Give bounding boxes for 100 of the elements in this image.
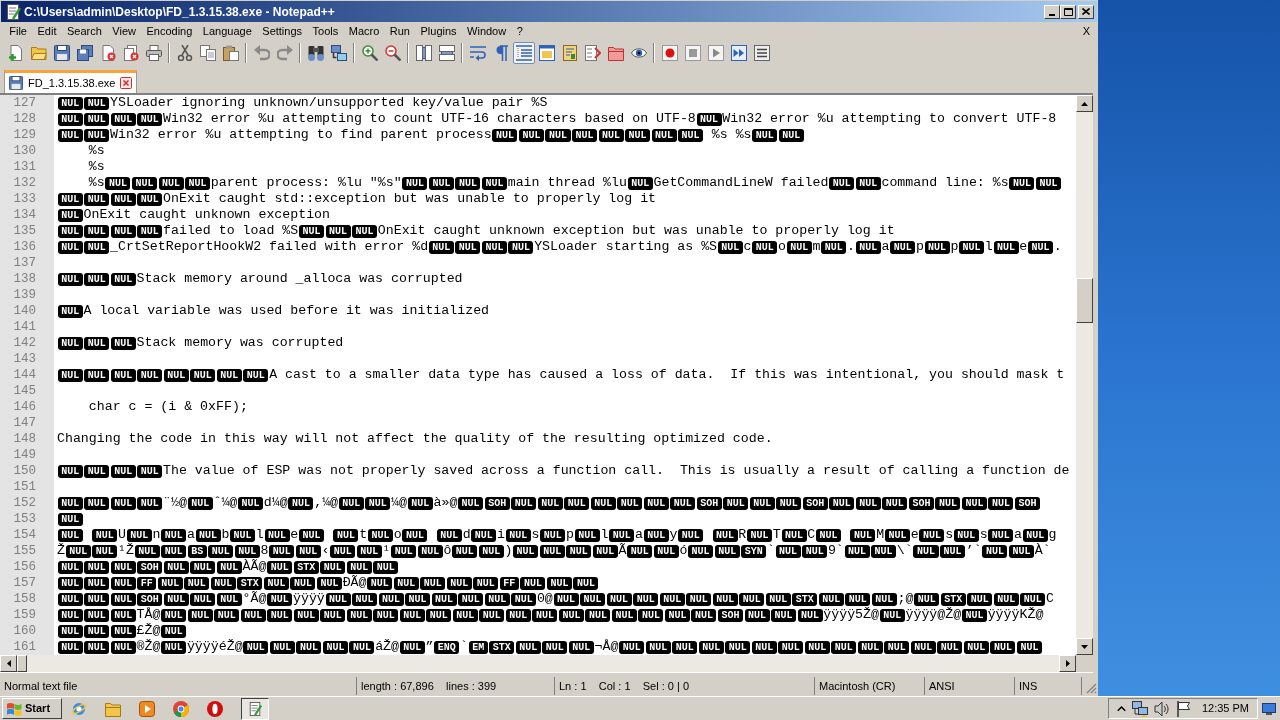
eye-icon[interactable]	[630, 45, 647, 61]
control-character-tag: NUL	[105, 176, 131, 190]
control-character-tag: NUL	[573, 576, 599, 590]
desktop-icon[interactable]	[1262, 702, 1276, 715]
code-text: £Ž@	[136, 623, 161, 639]
menu-item[interactable]: Search	[61, 23, 108, 40]
control-character-tag: NUL	[57, 208, 83, 222]
replace-icon[interactable]	[330, 45, 347, 61]
ring-icon[interactable]	[207, 700, 223, 717]
scroll-left-button[interactable]	[0, 655, 17, 672]
control-character-tag: NUL	[844, 544, 870, 558]
files-close-icon[interactable]	[122, 45, 139, 61]
code-text: main thread %lu	[507, 175, 627, 191]
control-character-tag: NUL	[234, 544, 260, 558]
clipboard-icon[interactable]	[222, 45, 239, 61]
clock-text[interactable]: 12:35 PM	[1201, 700, 1249, 717]
menu-item[interactable]: Window	[461, 23, 512, 40]
close-icon[interactable]	[120, 77, 133, 89]
control-character-tag: NUL	[84, 592, 110, 606]
sync-vertical-icon[interactable]	[415, 45, 432, 61]
maximize-button[interactable]	[1060, 4, 1076, 19]
function-list-icon[interactable]	[584, 45, 601, 61]
scissors-icon[interactable]	[176, 45, 193, 61]
control-character-tag: NUL	[802, 544, 828, 558]
folder-icon[interactable]	[607, 45, 624, 61]
record-icon[interactable]	[661, 45, 678, 61]
zoom-out-icon[interactable]	[384, 45, 401, 61]
list-icon[interactable]	[753, 45, 770, 61]
control-character-tag: NUL	[299, 528, 325, 542]
tab[interactable]: FD_1.3.15.38.exe	[4, 70, 138, 93]
chevron-up-icon[interactable]	[1116, 704, 1126, 713]
globe-icon[interactable]	[71, 700, 87, 717]
play-icon[interactable]	[707, 45, 724, 61]
network-icon[interactable]	[1131, 700, 1148, 717]
control-character-tag: NUL	[210, 576, 236, 590]
caret-down-icon	[1081, 644, 1088, 649]
minimize-button[interactable]	[1044, 4, 1060, 19]
control-character-tag: NUL	[511, 592, 537, 606]
control-character-tag: NUL	[320, 560, 346, 574]
control-character-tag: NUL	[776, 496, 802, 510]
stop-icon[interactable]	[684, 45, 701, 61]
copy-icon[interactable]	[199, 45, 216, 61]
scrollbar-thumb[interactable]	[17, 655, 27, 672]
new-file-icon[interactable]	[7, 45, 24, 61]
menu-item[interactable]: Tools	[307, 23, 344, 40]
control-character-tag: NUL	[184, 576, 210, 590]
resize-grip-icon[interactable]	[1086, 683, 1097, 694]
round-logo-icon[interactable]	[173, 700, 189, 717]
scroll-down-button[interactable]	[1076, 638, 1093, 655]
start-button[interactable]: Start	[2, 698, 62, 719]
control-character-tag: NUL	[890, 240, 916, 254]
control-character-tag: NUL	[829, 496, 855, 510]
folder-icon[interactable]	[30, 45, 47, 61]
control-character-tag: NUL	[696, 112, 722, 126]
control-character-tag: NUL	[884, 528, 910, 542]
indent-guide-icon[interactable]	[512, 42, 535, 64]
horizontal-scrollbar[interactable]	[0, 655, 1076, 672]
code-text: Win32 error %u attempting to find parent process	[110, 127, 492, 143]
binoculars-icon[interactable]	[307, 45, 324, 61]
code-text: À`	[1034, 543, 1051, 559]
code-text: OnExit caught std::exception but was unable to properly log it	[163, 191, 657, 207]
code-text: ;@	[897, 591, 914, 607]
code-text: ˆ¼@	[213, 495, 238, 511]
menu-item[interactable]: ?	[511, 23, 529, 40]
code-text: à»@	[433, 495, 458, 511]
menu-item[interactable]: Plugins	[415, 23, 462, 40]
window-icon[interactable]	[538, 45, 555, 61]
floppy-disks-icon[interactable]	[76, 45, 93, 61]
fast-forward-icon[interactable]	[730, 45, 747, 61]
speaker-icon[interactable]	[1153, 700, 1170, 717]
close-button[interactable]	[1078, 4, 1094, 19]
vertical-scrollbar[interactable]	[1076, 95, 1093, 655]
control-character-tag: NUL	[988, 528, 1014, 542]
menu-item[interactable]: View	[107, 23, 142, 40]
scroll-up-button[interactable]	[1076, 95, 1093, 112]
menu-item[interactable]: Macro	[343, 23, 385, 40]
close-document-button[interactable]: X	[1080, 23, 1092, 40]
printer-icon[interactable]	[145, 45, 162, 61]
sync-horizontal-icon[interactable]	[438, 45, 455, 61]
code-text: \`	[896, 543, 913, 559]
menu-item[interactable]: Settings	[257, 23, 308, 40]
menu-item[interactable]: Encoding	[141, 23, 198, 40]
media-play-icon[interactable]	[139, 700, 155, 717]
control-character-tag: NUL	[163, 560, 189, 574]
code-text: .	[846, 239, 855, 255]
zoom-in-icon[interactable]	[361, 45, 378, 61]
control-character-tag: NUL	[712, 592, 738, 606]
scrollbar-thumb[interactable]	[1076, 278, 1093, 323]
word-wrap-icon[interactable]	[469, 45, 486, 61]
scroll-right-button[interactable]	[1059, 655, 1076, 672]
file-close-icon[interactable]	[99, 45, 116, 61]
control-character-tag: NUL	[672, 640, 698, 654]
notepad-icon[interactable]	[241, 697, 269, 720]
flag-icon[interactable]	[1175, 700, 1192, 717]
menu-item[interactable]: Language	[197, 23, 258, 40]
document-map-icon[interactable]	[561, 45, 578, 61]
scrollbar-corner	[1076, 655, 1093, 672]
menu-item[interactable]: Edit	[32, 23, 62, 40]
menu-item[interactable]: Run	[384, 23, 416, 40]
menu-item[interactable]: File	[4, 23, 33, 40]
